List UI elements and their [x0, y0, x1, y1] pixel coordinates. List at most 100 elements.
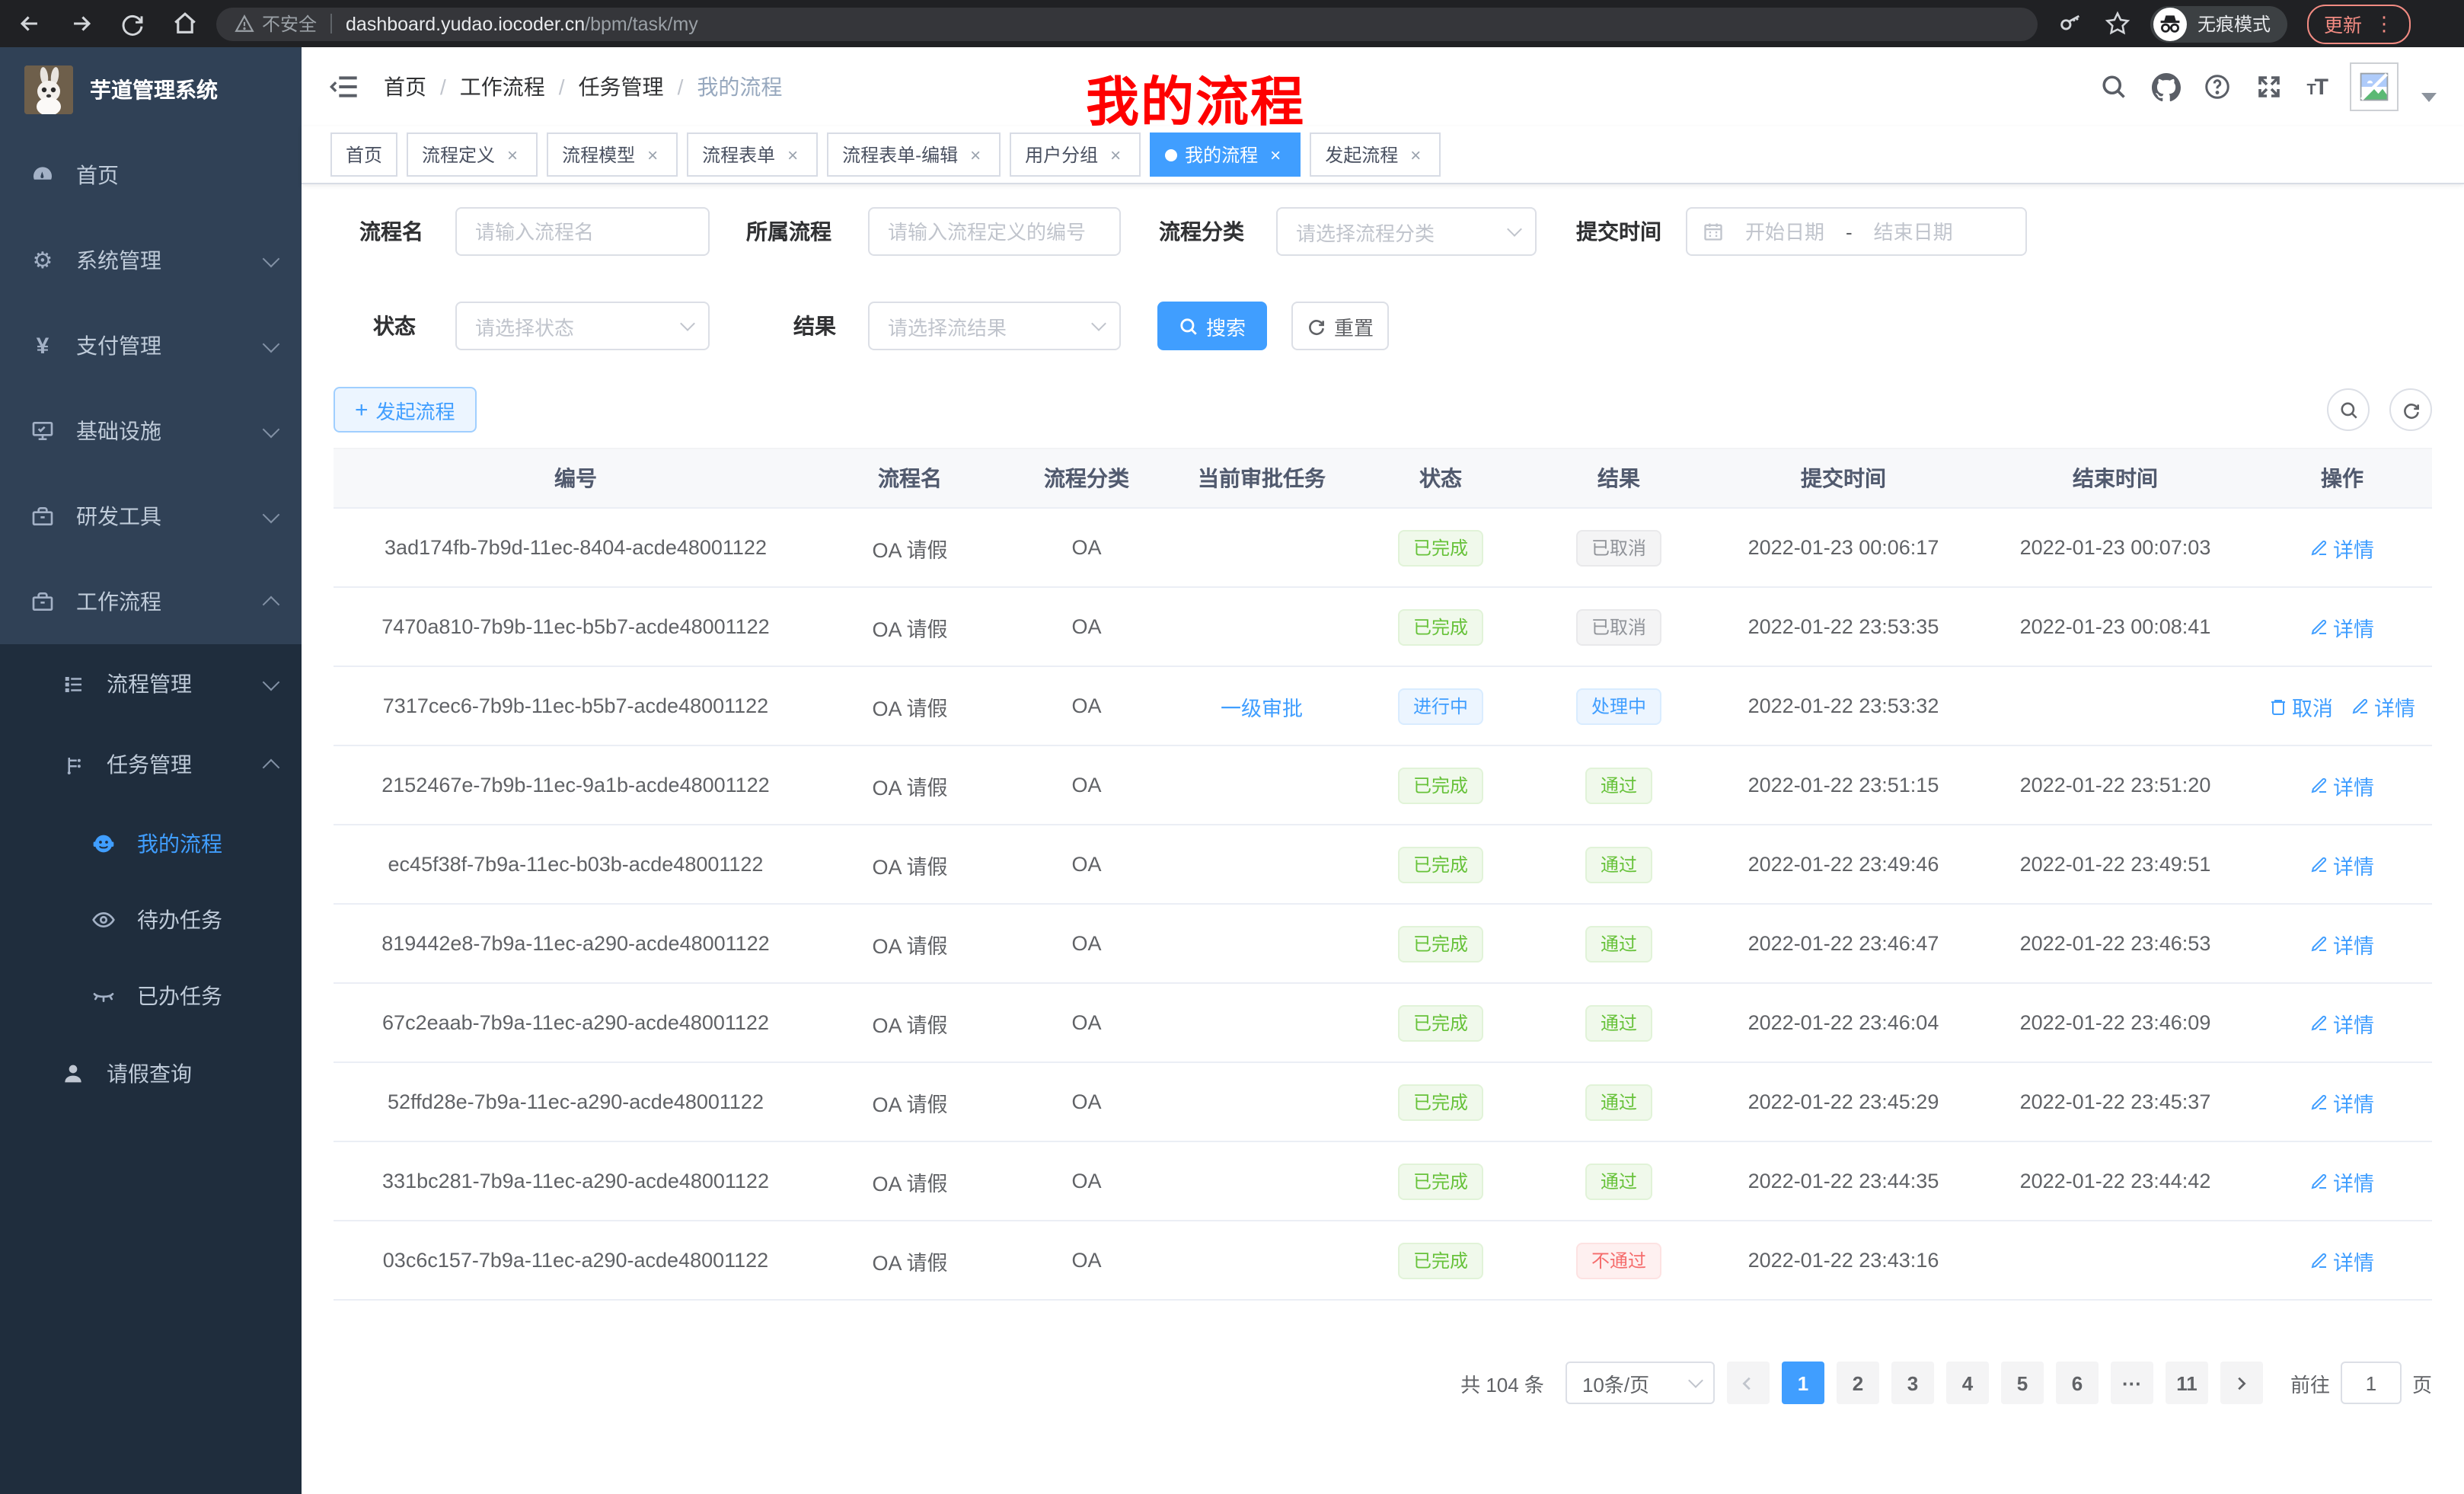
avatar-caret-icon[interactable]	[2421, 93, 2437, 102]
detail-link[interactable]: 详情	[2310, 1007, 2374, 1038]
page-button-6[interactable]: 6	[2056, 1362, 2099, 1404]
chevron-right-icon	[2233, 1374, 2250, 1391]
cell-end-time	[1978, 666, 2252, 745]
update-button[interactable]: 更新 ⋮	[2307, 4, 2411, 43]
cell-current-task	[1171, 508, 1352, 587]
status-select[interactable]: 请选择状态	[455, 302, 710, 350]
table-row: ec45f38f-7b9a-11ec-b03b-acde48001122 OA …	[334, 825, 2432, 904]
forward-icon[interactable]	[67, 10, 94, 37]
submit-time-range-picker[interactable]: -	[1686, 207, 2027, 256]
current-task-link[interactable]: 一级审批	[1221, 691, 1303, 721]
close-icon[interactable]: ×	[643, 144, 662, 165]
start-date-input[interactable]	[1736, 220, 1834, 243]
cancel-link[interactable]: 取消	[2269, 691, 2333, 721]
sidebar-item-leave-query[interactable]: 请假查询	[0, 1034, 302, 1113]
app-logo-row[interactable]: 芋道管理系统	[0, 47, 302, 132]
end-date-input[interactable]	[1865, 220, 1962, 243]
security-chip[interactable]: 不安全	[235, 11, 317, 37]
next-page-button[interactable]	[2220, 1362, 2263, 1404]
process-category-select[interactable]: 请选择流程分类	[1276, 207, 1537, 256]
result-badge: 不通过	[1576, 1242, 1661, 1279]
close-icon[interactable]: ×	[1106, 144, 1125, 165]
toggle-search-button[interactable]	[2327, 388, 2370, 431]
sidebar-item-process-management[interactable]: 流程管理	[0, 644, 302, 723]
detail-link[interactable]: 详情	[2351, 691, 2415, 721]
sidebar-item-dev-tools[interactable]: 研发工具	[0, 474, 302, 559]
process-name-input[interactable]	[455, 207, 710, 256]
page-button-1[interactable]: 1	[1782, 1362, 1824, 1404]
page-button-11[interactable]: 11	[2166, 1362, 2208, 1404]
page-button-2[interactable]: 2	[1837, 1362, 1879, 1404]
help-icon[interactable]	[2203, 72, 2232, 101]
tab-process-form[interactable]: 流程表单×	[687, 132, 818, 177]
close-icon[interactable]: ×	[965, 144, 985, 165]
reload-icon[interactable]	[119, 10, 146, 37]
detail-link[interactable]: 详情	[2310, 1087, 2374, 1117]
sidebar-item-infrastructure[interactable]: 基础设施	[0, 388, 302, 474]
eye-closed-icon	[91, 984, 116, 1008]
font-size-icon[interactable]: TT	[2306, 74, 2327, 100]
tab-start-process[interactable]: 发起流程×	[1310, 132, 1441, 177]
search-icon	[2338, 400, 2358, 420]
tab-home[interactable]: 首页	[330, 132, 397, 177]
breadcrumb-home[interactable]: 首页	[384, 72, 426, 102]
result-select[interactable]: 请选择流结果	[868, 302, 1121, 350]
breadcrumb: 首页/ 工作流程/ 任务管理/ 我的流程	[384, 72, 782, 102]
detail-link[interactable]: 详情	[2310, 770, 2374, 800]
tab-process-definition[interactable]: 流程定义×	[407, 132, 538, 177]
parent-process-input[interactable]	[868, 207, 1121, 256]
close-icon[interactable]: ×	[1266, 144, 1285, 165]
incognito-spy-icon	[2153, 7, 2187, 40]
password-key-icon[interactable]	[2056, 10, 2083, 37]
page-button-3[interactable]: 3	[1891, 1362, 1934, 1404]
fullscreen-icon[interactable]	[2255, 72, 2284, 101]
sidebar-item-todo-tasks[interactable]: 待办任务	[0, 882, 302, 958]
start-process-button[interactable]: + 发起流程	[334, 387, 477, 433]
close-icon[interactable]: ×	[1406, 144, 1425, 165]
browser-menu-kebab-icon[interactable]: ⋮	[2374, 11, 2394, 36]
detail-link[interactable]: 详情	[2310, 611, 2374, 642]
search-button[interactable]: 搜索	[1157, 302, 1267, 350]
home-icon[interactable]	[171, 10, 198, 37]
close-icon[interactable]: ×	[783, 144, 803, 165]
goto-page-input[interactable]	[2341, 1362, 2402, 1404]
page-button-4[interactable]: 4	[1946, 1362, 1989, 1404]
detail-link[interactable]: 详情	[2310, 1166, 2374, 1196]
detail-link[interactable]: 详情	[2310, 1245, 2374, 1275]
tab-process-form-edit[interactable]: 流程表单-编辑×	[827, 132, 1001, 177]
more-pages-button[interactable]: ···	[2111, 1362, 2153, 1404]
detail-link[interactable]: 详情	[2310, 849, 2374, 879]
sidebar-item-payment[interactable]: ¥ 支付管理	[0, 303, 302, 388]
close-icon[interactable]: ×	[503, 144, 522, 165]
sidebar-item-task-management[interactable]: 任务管理	[0, 723, 302, 806]
sidebar-item-system[interactable]: ⚙ 系统管理	[0, 218, 302, 303]
sidebar-item-done-tasks[interactable]: 已办任务	[0, 958, 302, 1034]
toolbox-icon	[30, 504, 55, 528]
breadcrumb-task-management[interactable]: 任务管理	[579, 72, 664, 102]
prev-page-button[interactable]	[1727, 1362, 1770, 1404]
trash-icon	[2269, 697, 2287, 715]
cell-submit-time: 2022-01-22 23:46:47	[1709, 904, 1978, 983]
refresh-table-button[interactable]	[2389, 388, 2432, 431]
bookmark-star-icon[interactable]	[2103, 10, 2130, 37]
url-bar[interactable]: 不安全 dashboard.yudao.iocoder.cn/bpm/task/…	[216, 7, 2038, 40]
tab-my-process[interactable]: 我的流程×	[1150, 132, 1301, 177]
github-icon[interactable]	[2151, 72, 2180, 101]
edit-pencil-icon	[2310, 934, 2328, 953]
sidebar-toggle-hamburger-icon[interactable]	[329, 72, 359, 102]
total-count: 共 104 条	[1460, 1368, 1544, 1397]
page-size-select[interactable]: 10条/页	[1566, 1362, 1715, 1404]
reset-button[interactable]: 重置	[1291, 302, 1389, 350]
detail-link[interactable]: 详情	[2310, 928, 2374, 959]
sidebar-item-workflow[interactable]: 工作流程	[0, 559, 302, 644]
page-button-5[interactable]: 5	[2001, 1362, 2044, 1404]
sidebar-item-my-process[interactable]: 我的流程	[0, 806, 302, 882]
tab-process-model[interactable]: 流程模型×	[547, 132, 678, 177]
breadcrumb-workflow[interactable]: 工作流程	[460, 72, 545, 102]
avatar[interactable]	[2350, 62, 2399, 111]
back-icon[interactable]	[15, 10, 43, 37]
tab-user-group[interactable]: 用户分组×	[1010, 132, 1141, 177]
sidebar-item-home[interactable]: 首页	[0, 132, 302, 218]
detail-link[interactable]: 详情	[2310, 532, 2374, 563]
search-icon[interactable]	[2099, 72, 2128, 101]
